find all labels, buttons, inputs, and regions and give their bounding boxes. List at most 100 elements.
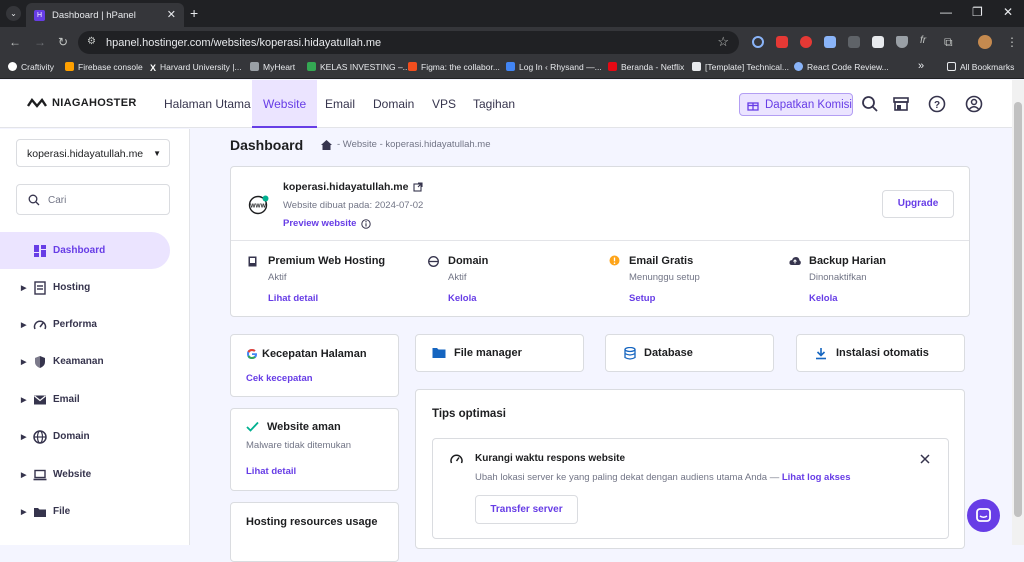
forward-icon[interactable]: → xyxy=(34,35,46,49)
shield-icon xyxy=(35,355,45,368)
bookmark-item[interactable]: Firebase console xyxy=(65,62,143,72)
speedometer-icon xyxy=(33,319,47,329)
lihat-log-akses-link[interactable]: Lihat log akses xyxy=(782,472,851,483)
sidebar-item-performa[interactable]: ▶ Performa xyxy=(0,306,170,343)
website-selector[interactable]: koperasi.hidayatullah.me ▼ xyxy=(16,139,170,167)
sidebar-item-file[interactable]: ▶ File xyxy=(0,493,170,530)
extension-icon[interactable] xyxy=(872,36,884,48)
nav-email[interactable]: Email xyxy=(325,80,355,128)
restore-icon[interactable]: ❐ xyxy=(972,5,983,19)
store-icon[interactable] xyxy=(892,95,910,113)
tab-search-icon[interactable]: ⌄ xyxy=(6,6,21,21)
bookmarks-overflow-icon[interactable]: » xyxy=(918,60,924,72)
bookmark-item[interactable]: React Code Review... xyxy=(794,62,889,72)
chevron-right-icon: ▶ xyxy=(21,358,27,366)
sidebar-item-dashboard[interactable]: Dashboard xyxy=(0,232,170,269)
address-bar[interactable]: ⚙ hpanel.hostinger.com/websites/koperasi… xyxy=(78,31,739,54)
browser-menu-icon[interactable]: ⋮ xyxy=(1006,35,1018,49)
service-status: Menunggu setup xyxy=(629,272,700,283)
globe-icon xyxy=(33,429,47,444)
extension-icon[interactable] xyxy=(752,36,764,48)
page-speed-title: Kecepatan Halaman xyxy=(262,348,367,360)
minimize-icon[interactable]: — xyxy=(940,5,952,19)
page-title: Dashboard xyxy=(230,137,304,153)
nav-domain[interactable]: Domain xyxy=(373,80,414,128)
close-icon[interactable] xyxy=(920,454,930,464)
extension-icon[interactable] xyxy=(896,36,908,48)
external-link-icon[interactable] xyxy=(413,182,424,192)
all-bookmarks-button[interactable]: All Bookmarks xyxy=(947,62,1014,72)
sidebar-item-domain[interactable]: ▶ Domain xyxy=(0,418,170,455)
chevron-right-icon: ▶ xyxy=(21,471,27,479)
tips-title: Tips optimasi xyxy=(432,408,506,420)
kelola-backup-link[interactable]: Kelola xyxy=(809,293,838,304)
bookmark-item[interactable]: Log In ‹ Rhysand —... xyxy=(506,62,602,72)
extension-icon[interactable] xyxy=(800,36,812,48)
database-button[interactable]: Database xyxy=(605,334,774,372)
bookmark-item[interactable]: Craftivity xyxy=(8,62,54,72)
niagahoster-logo[interactable]: NIAGAHOSTER xyxy=(27,97,137,109)
selected-website: koperasi.hidayatullah.me xyxy=(27,148,144,160)
bookmark-item[interactable]: Figma: the collabor... xyxy=(408,62,500,72)
nav-website[interactable]: Website xyxy=(252,80,318,128)
auto-installer-button[interactable]: Instalasi otomatis xyxy=(796,334,965,372)
upgrade-button[interactable]: Upgrade xyxy=(882,190,954,218)
extension-icon[interactable] xyxy=(776,36,788,48)
sidebar-item-email[interactable]: ▶ Email xyxy=(0,381,170,418)
warning-icon xyxy=(609,255,620,266)
scrollbar-thumb[interactable] xyxy=(1014,102,1022,517)
bookmark-item[interactable]: X Harvard University |... xyxy=(150,62,242,73)
close-window-icon[interactable]: ✕ xyxy=(1003,5,1013,19)
nav-tagihan[interactable]: Tagihan xyxy=(473,80,515,128)
account-icon[interactable] xyxy=(965,95,983,113)
bookmark-item[interactable]: MyHeart xyxy=(250,62,295,72)
file-manager-button[interactable]: File manager xyxy=(415,334,584,372)
sidebar-item-label: Dashboard xyxy=(53,245,106,256)
reload-icon[interactable]: ↻ xyxy=(58,35,68,49)
kelola-domain-link[interactable]: Kelola xyxy=(448,293,477,304)
nav-halaman-utama[interactable]: Halaman Utama xyxy=(164,80,251,128)
extension-icon[interactable] xyxy=(848,36,860,48)
chat-support-button[interactable] xyxy=(967,499,1000,532)
sidebar-search-input[interactable]: Cari xyxy=(16,184,170,215)
bookmark-item[interactable]: Beranda - Netflix xyxy=(608,62,684,72)
security-card: Website aman Malware tidak ditemukan Lih… xyxy=(230,408,399,491)
sidebar-item-website[interactable]: ▶ Website xyxy=(0,456,170,493)
svg-text:WWW: WWW xyxy=(250,204,266,210)
cek-kecepatan-link[interactable]: Cek kecepatan xyxy=(246,373,313,384)
new-tab-icon[interactable]: + xyxy=(190,5,198,21)
browser-toolbar: ← → ↻ ⚙ hpanel.hostinger.com/websites/ko… xyxy=(0,27,1024,57)
setup-email-link[interactable]: Setup xyxy=(629,293,655,304)
extension-icon[interactable]: fr xyxy=(920,35,926,46)
extensions-puzzle-icon[interactable]: ⧉ xyxy=(944,35,953,50)
search-icon[interactable] xyxy=(861,95,879,113)
lihat-detail-security-link[interactable]: Lihat detail xyxy=(246,466,296,477)
sidebar-item-label: Keamanan xyxy=(53,356,104,367)
help-icon[interactable]: ? xyxy=(928,95,946,113)
browser-tab[interactable]: H Dashboard | hPanel ✕ xyxy=(26,3,184,27)
transfer-server-button[interactable]: Transfer server xyxy=(475,495,578,524)
sidebar-item-keamanan[interactable]: ▶ Keamanan xyxy=(0,343,170,380)
extension-icon[interactable] xyxy=(824,36,836,48)
dapatkan-komisi-button[interactable]: Dapatkan Komisi xyxy=(739,93,853,116)
lihat-detail-link[interactable]: Lihat detail xyxy=(268,293,318,304)
back-icon[interactable]: ← xyxy=(9,35,21,49)
gift-icon xyxy=(747,101,759,111)
chevron-right-icon: ▶ xyxy=(21,433,27,441)
sidebar-item-label: Domain xyxy=(53,431,90,442)
site-info-icon[interactable]: ⚙ xyxy=(87,36,96,47)
bookmark-star-icon[interactable]: ☆ xyxy=(717,34,729,50)
close-tab-icon[interactable]: ✕ xyxy=(167,8,176,21)
nav-vps[interactable]: VPS xyxy=(432,80,456,128)
profile-avatar[interactable] xyxy=(978,35,992,49)
preview-website-link[interactable]: Preview website xyxy=(283,218,372,229)
tips-optimasi-card: Tips optimasi Kurangi waktu respons webs… xyxy=(415,389,965,549)
bookmark-item[interactable]: [Template] Technical... xyxy=(692,62,789,72)
page-scrollbar[interactable] xyxy=(1012,80,1024,545)
bookmark-item[interactable]: KELAS INVESTING –... xyxy=(307,62,410,72)
domain-icon xyxy=(428,256,439,267)
security-desc: Malware tidak ditemukan xyxy=(246,440,352,451)
sidebar-item-hosting[interactable]: ▶ Hosting xyxy=(0,269,170,306)
search-icon xyxy=(28,194,40,206)
home-icon[interactable] xyxy=(321,139,332,150)
